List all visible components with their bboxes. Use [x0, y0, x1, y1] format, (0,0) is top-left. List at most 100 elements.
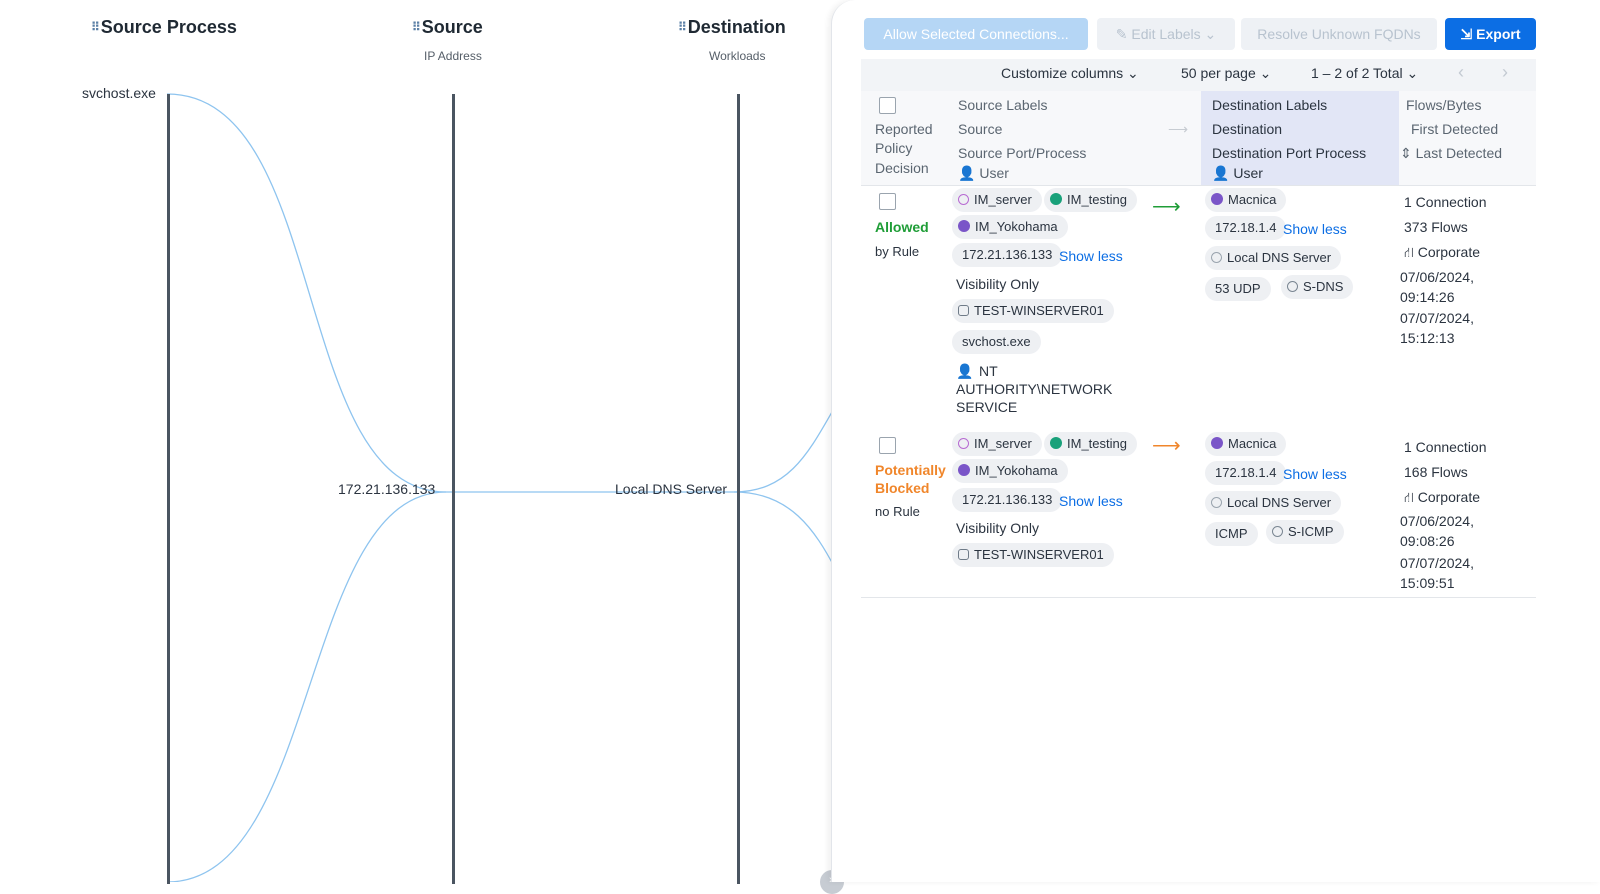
- show-less-link[interactable]: Show less: [1283, 221, 1347, 237]
- label-chip[interactable]: IM_testing: [1044, 432, 1137, 456]
- decision-allowed: Allowed: [875, 219, 929, 235]
- first-detected-date: 07/06/2024,: [1400, 513, 1474, 529]
- label-text: IM_server: [974, 192, 1032, 207]
- export-button[interactable]: ⇲ Export: [1445, 18, 1536, 50]
- network-icon: ⛙: [1404, 244, 1414, 260]
- location-icon: [1211, 193, 1223, 205]
- header-flows-bytes[interactable]: Flows/Bytes: [1406, 97, 1481, 113]
- last-detected-time: 15:09:51: [1400, 575, 1455, 591]
- header-destination[interactable]: Destination: [1212, 121, 1282, 137]
- arrow-allowed-icon: ⟶: [1152, 196, 1181, 218]
- customize-columns-dropdown[interactable]: Customize columns ⌄: [1001, 65, 1139, 82]
- source-ip-chip[interactable]: 172.21.136.133: [952, 243, 1063, 267]
- select-all-checkbox[interactable]: [879, 97, 896, 114]
- edit-labels-button[interactable]: ✎ Edit Labels ⌄: [1097, 18, 1235, 50]
- chevron-down-icon: ⌄: [1127, 65, 1139, 81]
- destination-label-chip[interactable]: Macnica: [1205, 432, 1287, 456]
- show-less-link[interactable]: Show less: [1059, 248, 1123, 264]
- label-text: IM_testing: [1067, 192, 1127, 207]
- header-decision-3[interactable]: Decision: [875, 160, 929, 176]
- destination-workload-chip[interactable]: Local DNS Server: [1205, 491, 1342, 515]
- destination-label-chip[interactable]: Macnica: [1205, 188, 1287, 212]
- row-checkbox[interactable]: [879, 437, 896, 454]
- service-text: S-DNS: [1303, 279, 1344, 294]
- header-destination-labels[interactable]: Destination Labels: [1212, 97, 1327, 113]
- arrow-blocked-icon: ⟶: [1152, 435, 1181, 457]
- column-header-source[interactable]: ⠿ Source: [412, 17, 483, 38]
- show-less-link[interactable]: Show less: [1283, 466, 1347, 482]
- destination-ip-chip[interactable]: 172.18.1.4: [1205, 461, 1287, 485]
- user-icon: 👤: [958, 165, 976, 181]
- header-last-detected-label: Last Detected: [1415, 145, 1503, 161]
- label-chip[interactable]: IM_server: [952, 188, 1042, 212]
- header-decision-1[interactable]: Reported: [875, 121, 933, 137]
- header-destination-port[interactable]: Destination Port Process: [1212, 145, 1366, 161]
- header-destination-user[interactable]: 👤 User: [1212, 165, 1263, 182]
- flow-link-destination-lower: [733, 491, 836, 571]
- label-text: IM_testing: [1067, 436, 1127, 451]
- allow-selected-button[interactable]: Allow Selected Connections...: [864, 18, 1088, 50]
- header-first-detected[interactable]: First Detected: [1411, 121, 1498, 137]
- decision-sub: no Rule: [875, 504, 920, 519]
- app-icon: [1050, 437, 1062, 449]
- chevron-down-icon: ⌄: [1259, 65, 1272, 81]
- node-process[interactable]: svchost.exe: [82, 85, 156, 101]
- drag-handle-icon[interactable]: ⠿: [412, 20, 421, 34]
- label-text: IM_Yokohama: [975, 463, 1058, 478]
- user-line: AUTHORITY\NETWORK: [956, 381, 1113, 397]
- header-last-detected[interactable]: ⇕ Last Detected: [1400, 145, 1502, 162]
- label-chip[interactable]: IM_testing: [1044, 188, 1137, 212]
- edit-labels-label: Edit Labels: [1131, 26, 1201, 42]
- destination-workload-chip[interactable]: Local DNS Server: [1205, 246, 1342, 270]
- workload-text: TEST-WINSERVER01: [974, 303, 1104, 318]
- export-label: Export: [1476, 26, 1521, 42]
- column-title: Source Process: [100, 17, 237, 37]
- port-chip[interactable]: ICMP: [1205, 522, 1258, 546]
- destination-ip-chip[interactable]: 172.18.1.4: [1205, 216, 1287, 240]
- network-name: ⛙ Corporate: [1404, 244, 1480, 263]
- app-icon: [1050, 193, 1062, 205]
- previous-page-icon[interactable]: ‹: [1458, 62, 1464, 83]
- drag-handle-icon[interactable]: ⠿: [678, 20, 687, 34]
- column-header-source-process[interactable]: ⠿ Source Process: [91, 17, 237, 38]
- workload-chip[interactable]: TEST-WINSERVER01: [952, 299, 1114, 323]
- flow-link-process-to-source-lower: [166, 491, 447, 882]
- node-source-ip[interactable]: 172.21.136.133: [338, 481, 435, 497]
- next-page-icon[interactable]: ›: [1502, 62, 1508, 83]
- row-checkbox[interactable]: [879, 193, 896, 210]
- show-less-link[interactable]: Show less: [1059, 493, 1123, 509]
- location-icon: [1211, 437, 1223, 449]
- customize-columns-label: Customize columns: [1001, 65, 1124, 81]
- label-chip[interactable]: IM_Yokohama: [952, 459, 1068, 483]
- service-text: S-ICMP: [1288, 524, 1334, 539]
- pagination-dropdown[interactable]: 1 – 2 of 2 Total ⌄: [1311, 65, 1418, 82]
- show-less-text: Show less: [1283, 466, 1347, 482]
- node-destination[interactable]: Local DNS Server: [615, 481, 727, 497]
- role-icon: [958, 438, 969, 449]
- header-source-port[interactable]: Source Port/Process: [958, 145, 1086, 161]
- process-chip[interactable]: svchost.exe: [952, 330, 1041, 354]
- header-decision-2[interactable]: Policy: [875, 140, 912, 156]
- column-header-destination[interactable]: ⠿ Destination: [678, 17, 786, 38]
- sort-icon: ⇕: [1400, 145, 1412, 161]
- workload-icon: [958, 305, 969, 316]
- user-line: NT: [979, 363, 998, 379]
- drag-handle-icon[interactable]: ⠿: [91, 20, 100, 34]
- label-chip[interactable]: IM_server: [952, 432, 1042, 456]
- per-page-dropdown[interactable]: 50 per page ⌄: [1181, 65, 1271, 82]
- label-chip[interactable]: IM_Yokohama: [952, 215, 1068, 239]
- header-source-labels[interactable]: Source Labels: [958, 97, 1048, 113]
- port-chip[interactable]: 53 UDP: [1205, 277, 1271, 301]
- source-ip-chip[interactable]: 172.21.136.133: [952, 488, 1063, 512]
- workload-chip[interactable]: TEST-WINSERVER01: [952, 543, 1114, 567]
- flow-links: [166, 93, 836, 882]
- service-chip[interactable]: S-ICMP: [1266, 520, 1344, 544]
- flows-count: 168 Flows: [1404, 464, 1468, 480]
- resolve-fqdn-button[interactable]: Resolve Unknown FQDNs: [1241, 18, 1437, 50]
- workload-text: TEST-WINSERVER01: [974, 547, 1104, 562]
- header-source[interactable]: Source: [958, 121, 1002, 137]
- decision-potentially-blocked: Potentially: [875, 462, 946, 478]
- header-source-user[interactable]: 👤 User: [958, 165, 1009, 182]
- network-text: Corporate: [1417, 489, 1480, 505]
- service-chip[interactable]: S-DNS: [1281, 275, 1354, 299]
